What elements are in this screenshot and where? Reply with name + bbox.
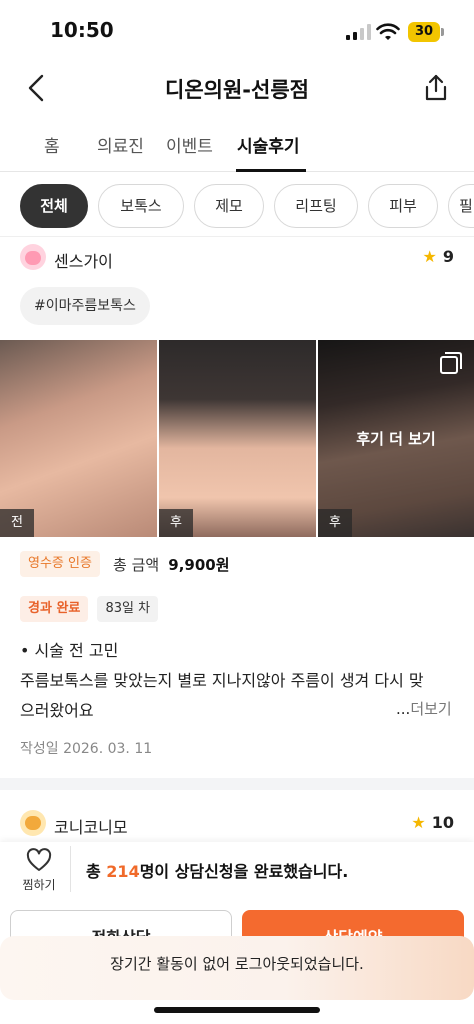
divider [0, 236, 474, 237]
review-line: 으러왔어요 [20, 701, 94, 720]
hashtag-text: 이마주름보톡스 [45, 298, 136, 314]
consult-suffix: 명이 상담신청을 완료했습니다. [139, 862, 349, 881]
tab-bar: 홈 의료진 이벤트 시술후기 [0, 122, 474, 172]
star-icon: ★ [422, 247, 437, 266]
filter-chips: 전체 보톡스 제모 리프팅 피부 필 [0, 184, 474, 230]
gallery-icon [440, 352, 462, 374]
status-time: 10:50 [50, 18, 114, 42]
read-more-label: 더보기 [410, 700, 452, 718]
chip-partial[interactable]: 필 [448, 184, 474, 228]
photo-more[interactable]: 후기 더 보기 후 [318, 340, 474, 537]
rating-value: 9 [442, 247, 454, 266]
status-row: 경과 완료 83일 차 [20, 596, 159, 622]
consult-prefix: 총 [86, 862, 107, 881]
chip-botox[interactable]: 보톡스 [98, 184, 184, 228]
review-line: • 시술 전 고민 [20, 641, 119, 660]
chip-lifting[interactable]: 리프팅 [274, 184, 358, 228]
heart-icon [26, 848, 52, 871]
hash-icon: # [34, 298, 46, 314]
consult-summary: 총 214명이 상담신청을 완료했습니다. [86, 858, 348, 882]
ellipsis: ... [396, 700, 411, 718]
star-icon: ★ [411, 813, 426, 832]
tab-active-indicator [236, 169, 306, 172]
status-badge: 경과 완료 [20, 596, 89, 622]
nav-header: 디온의원-선릉점 [0, 60, 474, 116]
reviewer-row: 코니코니모 ★ 10 [20, 810, 454, 838]
rating: ★ 10 [411, 813, 454, 832]
review-body: • 시술 전 고민 주름보톡스를 맞았는지 별로 지나지않아 주름이 생겨 다시… [20, 636, 454, 726]
page-title: 디온의원-선릉점 [165, 78, 309, 102]
reviewer-row: 센스가이 ★ 9 [20, 244, 454, 272]
read-more-link[interactable]: ...더보기 [396, 698, 452, 719]
amount-label: 총 금액 [113, 555, 160, 574]
hashtag-chip[interactable]: #이마주름보톡스 [20, 287, 150, 325]
like-label: 찜하기 [22, 878, 56, 892]
reviewer-name: 코니코니모 [54, 818, 128, 837]
rating-value: 10 [431, 813, 454, 832]
amount-value: 9,900원 [168, 555, 230, 574]
wifi-icon [376, 23, 400, 40]
divider [70, 846, 71, 892]
chip-hair-removal[interactable]: 제모 [194, 184, 264, 228]
photo-tag: 후 [159, 509, 193, 537]
avatar [20, 244, 46, 270]
share-icon[interactable] [420, 72, 452, 104]
receipt-row: 영수증 인증 총 금액 9,900원 [20, 551, 230, 577]
chip-all[interactable]: 전체 [20, 184, 88, 228]
tab-events[interactable]: 이벤트 [166, 132, 213, 157]
status-bar: 10:50 30 [0, 0, 474, 60]
photo-tag: 전 [0, 509, 34, 537]
photo-tag: 후 [318, 509, 352, 537]
tab-home[interactable]: 홈 [44, 132, 60, 157]
more-reviews-text[interactable]: 후기 더 보기 [318, 428, 474, 449]
tab-reviews[interactable]: 시술후기 [237, 132, 300, 157]
section-gap [0, 778, 474, 790]
review-photos: 전 후 후기 더 보기 후 [0, 340, 474, 537]
tab-doctors[interactable]: 의료진 [97, 132, 144, 157]
consult-count: 214 [106, 862, 140, 881]
days-badge: 83일 차 [97, 596, 159, 622]
receipt-badge: 영수증 인증 [20, 551, 100, 577]
photo-after[interactable]: 후 [159, 340, 316, 537]
review-date: 작성일 2026. 03. 11 [20, 741, 153, 757]
chip-skin[interactable]: 피부 [368, 184, 438, 228]
home-indicator [154, 1007, 320, 1013]
battery-cap [441, 28, 444, 36]
rating: ★ 9 [423, 247, 454, 266]
logout-toast: 장기간 활동이 없어 로그아웃되었습니다. [0, 936, 474, 1000]
reviewer-name: 센스가이 [54, 252, 113, 271]
photo-before[interactable]: 전 [0, 340, 157, 537]
avatar [20, 810, 46, 836]
cellular-signal-icon [346, 24, 372, 40]
review-line: 주름보톡스를 맞았는지 별로 지나지않아 주름이 생겨 다시 맞 [20, 671, 424, 690]
battery-icon: 30 [408, 22, 440, 42]
like-button[interactable]: 찜하기 [14, 842, 64, 898]
